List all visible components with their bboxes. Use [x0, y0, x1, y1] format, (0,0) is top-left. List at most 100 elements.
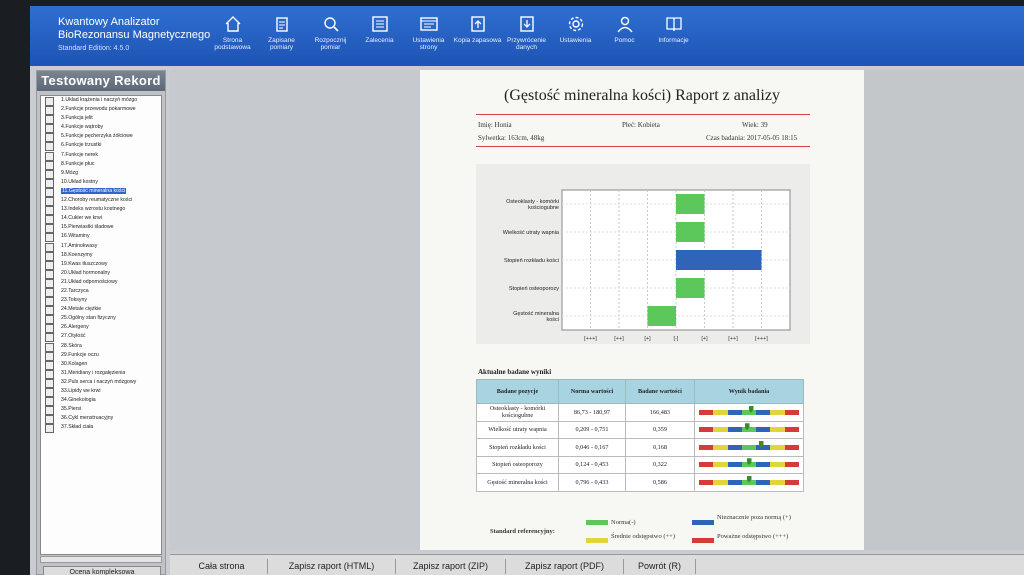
patient-figure: Sylwetka: 163cm, 48kg — [478, 134, 545, 142]
nav-home-button[interactable]: Strona podstawowa — [208, 14, 257, 51]
record-list-item[interactable]: 30.Kolagen — [41, 360, 161, 370]
app-edition: Standard Edition: 4.5.0 — [58, 45, 130, 52]
record-list-item[interactable]: 26.Alergeny — [41, 323, 161, 334]
legend-severe: Poważne odstępstwo (+++) — [717, 533, 789, 540]
result-scale-bar — [699, 458, 799, 468]
record-list-item[interactable]: 22.Tarczyca — [41, 287, 161, 298]
record-list-item[interactable]: 25.Ogólny stan fizyczny — [41, 314, 161, 325]
nav-label: Kopia zapasowa — [453, 37, 502, 44]
record-label: 3.Funkcja jelit — [61, 115, 93, 122]
exam-date: Czas badania: 2017-05-05 18:15 — [706, 134, 798, 142]
record-list-item[interactable]: 1.Układ krążenia i naczyń mózgo — [41, 96, 161, 107]
empty-panel-right — [864, 70, 1024, 550]
record-list-item[interactable]: 33.Lipidy we krwi — [41, 387, 161, 398]
record-label: 16.Witaminy — [61, 233, 90, 240]
record-list-item[interactable]: 27.Otyłość — [41, 332, 161, 343]
x-tick-label: [+] — [644, 336, 651, 342]
nav-label: Ustawienia — [559, 37, 592, 44]
legend-swatch-slight — [692, 520, 714, 525]
bottom-button-5[interactable]: Powrót (R) — [624, 559, 696, 574]
record-list-item[interactable]: 14.Cukier we krwi — [41, 214, 161, 225]
sidebar: Testowany Rekord 1.Układ krążenia i nacz… — [36, 70, 166, 575]
record-list-item[interactable]: 32.Puls serca i naczyń mózgowy — [41, 378, 161, 389]
nav-magnifier-button[interactable]: Rozpocznij pomiar — [306, 14, 355, 51]
app-title-line2: BioRezonansu Magnetycznego — [58, 29, 211, 41]
record-list-item[interactable]: 7.Funkcje nerek — [41, 151, 161, 161]
record-list-item[interactable]: 29.Funkcje oczu — [41, 351, 161, 361]
record-list-item[interactable]: 17.Aminokwasy — [41, 242, 161, 252]
record-label: 4.Funkcje wątroby — [61, 124, 104, 131]
window-icon — [419, 17, 438, 31]
row-value: 166,483 — [624, 403, 696, 422]
bottom-button-2[interactable]: Zapisz raport (HTML) — [268, 559, 396, 574]
row-result — [694, 455, 804, 474]
x-tick-label: [++] — [728, 336, 738, 342]
record-label: 21.Układ odpornościowy — [61, 278, 118, 285]
legend-label: Standard referencyjny: — [490, 528, 555, 535]
bottom-button-1[interactable]: Cała strona — [176, 559, 268, 574]
row-item: Osteoklasty - komórki kościogubne — [476, 403, 559, 422]
nav-download-button[interactable]: Przywrócenie danych — [502, 14, 551, 51]
col-header: Badane pozycje — [476, 379, 559, 404]
legend-norm: Norma(-) — [611, 519, 636, 526]
record-list-item[interactable]: 28.Skóra — [41, 342, 161, 352]
empty-panel-left — [170, 70, 420, 550]
list-icon — [371, 16, 388, 32]
record-list-item[interactable]: 31.Meridiany i rozgałęzienia — [41, 369, 161, 379]
record-label: 17.Aminokwasy — [61, 242, 98, 249]
record-list-item[interactable]: 8.Funkcje płuc — [41, 160, 161, 170]
nav-list-button[interactable]: Zalecenia — [355, 14, 404, 51]
record-list-item[interactable]: 18.Koenzymy — [41, 251, 161, 261]
nav-window-button[interactable]: Ustawienia strony — [404, 14, 453, 51]
record-list-item[interactable]: 6.Funkcje trzustki — [41, 141, 161, 152]
record-list-item[interactable]: 16.Witaminy — [41, 232, 161, 243]
bar — [676, 194, 705, 214]
record-list-item[interactable]: 34.Ginekologia — [41, 396, 161, 407]
col-header: Badane wartości — [624, 379, 696, 404]
y-category-label: Gęstość mineralna kości — [513, 311, 560, 323]
nav-upload-button[interactable]: Kopia zapasowa — [453, 14, 502, 51]
record-list-item[interactable]: 11.Gęstość mineralna kości — [41, 187, 161, 198]
record-list-item[interactable]: 10.Układ kostny — [41, 178, 161, 188]
screen: Kwantowy Analizator BioRezonansu Magnety… — [30, 6, 1024, 575]
nav-book-button[interactable]: Informacje — [649, 14, 698, 51]
record-list-item[interactable]: 35.Piersi — [41, 405, 161, 416]
bottom-button-3[interactable]: Zapisz raport (ZIP) — [396, 559, 506, 574]
record-list-item[interactable]: 15.Pierwiastki śladowe — [41, 223, 161, 234]
book-icon — [665, 17, 682, 32]
record-list-item[interactable]: 12.Choroby reumatyczne kości — [41, 196, 161, 207]
nav-user-button[interactable]: Pomoc — [600, 14, 649, 51]
bottom-button-bar: Cała strona Zapisz raport (HTML) Zapisz ra… — [170, 554, 1024, 575]
record-label: 37.Skład ciała — [61, 424, 94, 431]
x-tick-label: [+++] — [584, 336, 597, 342]
record-label: 8.Funkcje płuc — [61, 160, 95, 167]
record-list-item[interactable]: 3.Funkcja jelit — [41, 114, 161, 125]
record-list-item[interactable]: 2.Funkcje przewodu pokarmowe — [41, 105, 161, 116]
record-label: 5.Funkcje pęcherzyka żółciowe — [61, 133, 133, 140]
record-list-item[interactable]: 37.Skład ciała — [41, 423, 161, 434]
record-list-item[interactable]: 24.Metale ciężkie — [41, 305, 161, 316]
record-list-item[interactable]: 20.Układ hormonalny — [41, 269, 161, 279]
record-list-item[interactable]: 4.Funkcje wątroby — [41, 123, 161, 134]
record-label: 29.Funkcje oczu — [61, 351, 99, 358]
record-label: 22.Tarczyca — [61, 287, 89, 294]
overall-assessment-button[interactable]: Ocena kompleksowa — [43, 566, 161, 575]
record-label: 32.Puls serca i naczyń mózgowy — [61, 378, 137, 385]
record-list-item[interactable]: 9.Mózg — [41, 169, 161, 179]
legend-swatch-moderate — [586, 538, 608, 543]
record-label: 35.Piersi — [61, 406, 82, 413]
record-list-item[interactable]: 21.Układ odpornościowy — [41, 278, 161, 288]
sidebar-scrollbar[interactable] — [40, 556, 162, 563]
nav-clipboard-button[interactable]: Zapisane pomiary — [257, 14, 306, 51]
record-list[interactable]: 1.Układ krążenia i naczyń mózgo 2.Funkcje… — [40, 95, 162, 555]
bottom-button-4[interactable]: Zapisz raport (PDF) — [506, 559, 624, 574]
record-list-item[interactable]: 23.Toksyny — [41, 296, 161, 307]
record-list-item[interactable]: 13.Indeks wzrostu kostnego — [41, 205, 161, 216]
record-list-item[interactable]: 5.Funkcje pęcherzyka żółciowe — [41, 132, 161, 143]
record-label: 10.Układ kostny — [61, 178, 98, 185]
record-list-item[interactable]: 36.Cykl menstruacyjny — [41, 414, 161, 425]
record-list-item[interactable]: 19.Kwas tłuszczowy — [41, 260, 161, 270]
row-result — [694, 403, 804, 422]
col-header: Wynik badania — [694, 379, 804, 404]
nav-gear-button[interactable]: Ustawienia — [551, 14, 600, 51]
